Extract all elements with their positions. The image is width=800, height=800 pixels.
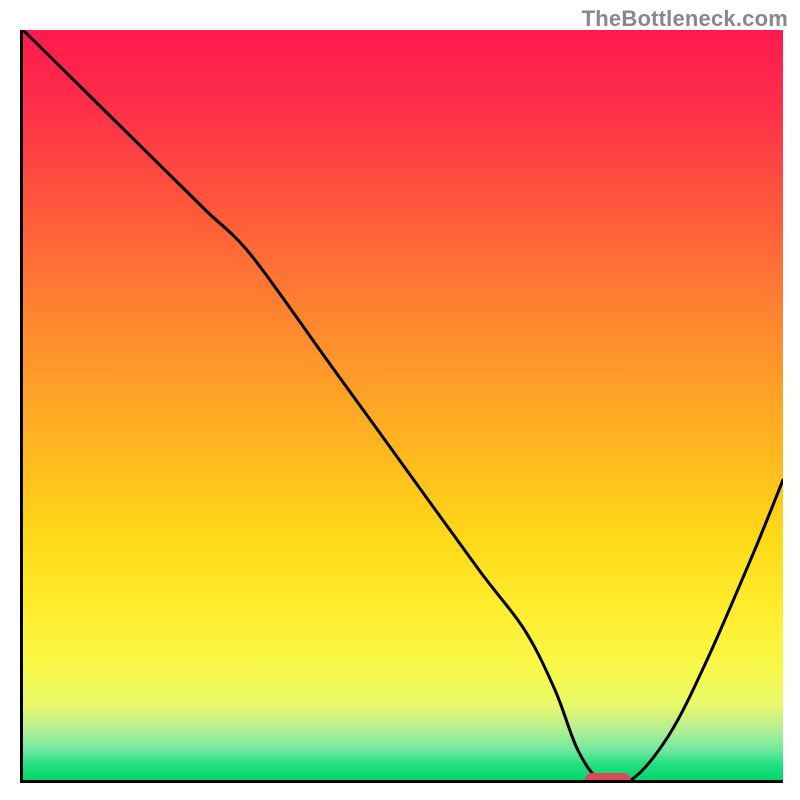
watermark-text: TheBottleneck.com — [582, 6, 788, 32]
bottleneck-curve — [23, 30, 783, 780]
optimal-marker — [585, 773, 631, 783]
chart-container: TheBottleneck.com — [0, 0, 800, 800]
plot-area — [20, 30, 783, 783]
